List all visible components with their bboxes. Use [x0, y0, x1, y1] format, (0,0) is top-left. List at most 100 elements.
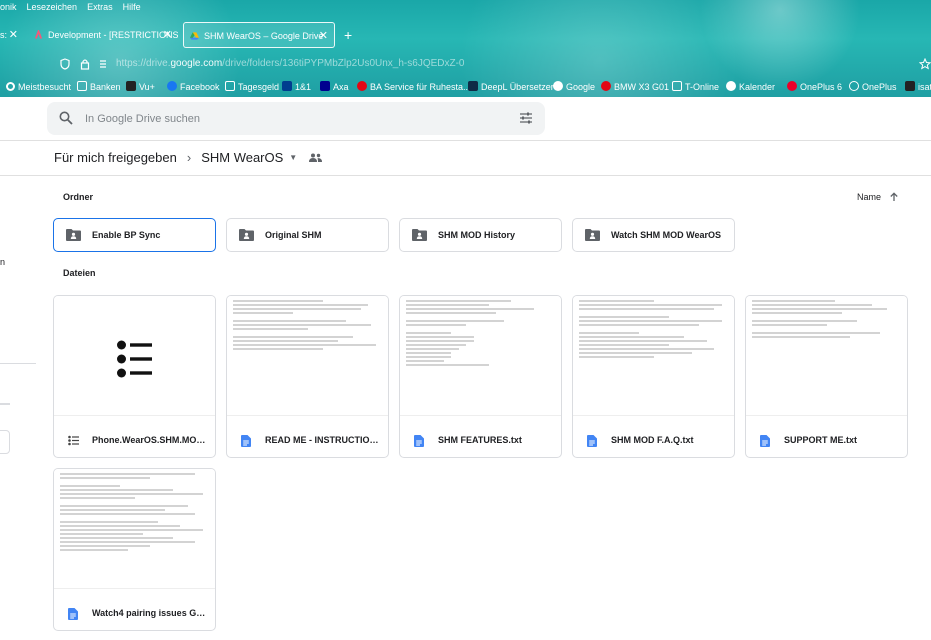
bookmark-banken[interactable]: Banken	[77, 79, 121, 95]
file-shm-mod-faq[interactable]: SHM MOD F.A.Q.txt	[572, 295, 735, 458]
search-options-icon[interactable]	[519, 111, 533, 125]
bookmark-bmw[interactable]: BMW X3 G01	[601, 79, 669, 95]
folder-icon	[77, 81, 87, 91]
close-icon[interactable]: ✕	[319, 23, 328, 47]
bookmark-deepl[interactable]: DeepL Übersetzer	[468, 79, 554, 95]
bookmark-meistbesucht[interactable]: Meistbesucht	[6, 79, 71, 95]
bookmark-t-online[interactable]: T-Online	[672, 79, 719, 95]
text-preview	[233, 300, 383, 352]
tab-label: Development - [RESTRICTIONS	[48, 30, 178, 40]
bookmark-google[interactable]: Google	[553, 79, 595, 95]
bookmark-label: OnePlus	[862, 82, 897, 92]
bookmark-isat[interactable]: isat	[905, 79, 931, 95]
document-icon	[241, 435, 251, 447]
file-support-me[interactable]: SUPPORT ME.txt	[745, 295, 908, 458]
text-preview	[406, 300, 556, 368]
shared-folder-icon	[585, 229, 600, 241]
search-icon[interactable]	[59, 111, 73, 125]
file-thumbnail	[54, 296, 215, 416]
bookmark-label: Kalender	[739, 82, 776, 92]
google-drive-icon	[190, 32, 199, 40]
document-icon	[414, 435, 424, 447]
arrow-up-icon[interactable]	[889, 192, 899, 202]
folder-original-shm[interactable]: Original SHM	[226, 218, 389, 252]
tab-shm-wearos[interactable]: SHM WearOS – Google Drive ✕	[183, 22, 335, 48]
bookmark-facebook[interactable]: Facebook	[167, 79, 220, 95]
bookmark-label: Google	[566, 82, 596, 92]
sort-control[interactable]: Name	[857, 192, 899, 202]
oneplus-icon	[787, 81, 797, 91]
url-text[interactable]: https://drive.google.com/drive/folders/1…	[116, 54, 465, 74]
new-tab-button[interactable]: +	[344, 22, 352, 48]
tab-label: s:	[0, 30, 8, 40]
bookmark-label: OnePlus 6	[800, 82, 843, 92]
drive-content: Ordner Name Enable BP Sync Original SHM …	[47, 177, 931, 640]
file-name: Watch4 pairing issues Gal...	[92, 608, 210, 618]
file-name: SUPPORT ME.txt	[784, 435, 858, 445]
file-name: SHM MOD F.A.Q.txt	[611, 435, 694, 445]
folder-icon	[225, 81, 235, 91]
menu-item-bookmarks[interactable]: Lesezeichen	[27, 0, 78, 14]
breadcrumb: Für mich freigegeben › SHM WearOS ▼	[54, 150, 323, 165]
bookmark-tagesgeld[interactable]: Tagesgeld	[225, 79, 279, 95]
globe-icon	[849, 81, 859, 91]
bookmark-label: Meistbesucht	[18, 82, 72, 92]
bookmark-label: Facebook	[180, 82, 220, 92]
tab-partial[interactable]: s: ✕	[0, 22, 20, 48]
menu-item[interactable]: onik	[0, 0, 17, 14]
sidebar-fragment: n	[0, 257, 6, 267]
folder-enable-bp-sync[interactable]: Enable BP Sync	[53, 218, 216, 252]
star-icon[interactable]	[919, 58, 931, 70]
bookmark-kalender[interactable]: Kalender	[726, 79, 775, 95]
bookmark-1und1[interactable]: 1&1	[282, 79, 311, 95]
bookmark-label: Tagesgeld	[238, 82, 280, 92]
file-thumbnail	[54, 469, 215, 589]
tab-development[interactable]: Development - [RESTRICTIONS ✕	[28, 22, 178, 48]
close-icon[interactable]: ✕	[163, 22, 172, 48]
document-icon	[587, 435, 597, 447]
file-read-me-instructions[interactable]: READ ME - INSTRUCTIONS...	[226, 295, 389, 458]
bookmark-axa[interactable]: Axa	[320, 79, 349, 95]
shared-people-icon	[309, 153, 323, 162]
breadcrumb-parent[interactable]: Für mich freigegeben	[54, 150, 177, 165]
folder-label: Watch SHM MOD WearOS	[611, 230, 722, 240]
breadcrumb-current[interactable]: SHM WearOS	[201, 150, 283, 165]
document-icon	[760, 435, 770, 447]
search-bar[interactable]	[47, 102, 545, 135]
storage-button[interactable]	[0, 430, 10, 454]
ba-icon	[357, 81, 367, 91]
app-icon	[34, 30, 43, 39]
gear-icon	[6, 82, 15, 91]
folder-shm-mod-history[interactable]: SHM MOD History	[399, 218, 562, 252]
folder-label: Enable BP Sync	[92, 230, 161, 240]
bookmark-oneplus6[interactable]: OnePlus 6	[787, 79, 842, 95]
bookmark-label: Vu+	[139, 82, 155, 92]
shield-icon[interactable]	[60, 58, 70, 70]
file-name: Phone.WearOS.SHM.MOD....	[92, 435, 210, 445]
bookmark-oneplus[interactable]: OnePlus	[849, 79, 897, 95]
shared-folder-icon	[412, 229, 427, 241]
close-icon[interactable]: ✕	[9, 22, 18, 48]
bookmarks-bar: Meistbesucht Banken Vu+ Facebook Tagesge…	[0, 79, 931, 95]
chevron-down-icon[interactable]: ▼	[289, 153, 297, 162]
folder-watch-shm-mod-wearos[interactable]: Watch SHM MOD WearOS	[572, 218, 735, 252]
address-bar[interactable]: https://drive.google.com/drive/folders/1…	[0, 54, 931, 74]
bookmark-label: DeepL Übersetzer	[481, 82, 554, 92]
file-shm-features[interactable]: SHM FEATURES.txt	[399, 295, 562, 458]
menu-item-help[interactable]: Hilfe	[123, 0, 141, 14]
search-input[interactable]	[85, 108, 485, 130]
file-watch4-pairing-issues[interactable]: Watch4 pairing issues Gal...	[53, 468, 216, 631]
menu-item-tools[interactable]: Extras	[87, 0, 113, 14]
lock-icon[interactable]	[80, 58, 90, 70]
text-preview	[60, 473, 210, 553]
bookmark-ba-service[interactable]: BA Service für Ruhesta...	[357, 79, 471, 95]
list-file-icon	[68, 435, 79, 446]
document-icon	[68, 608, 78, 620]
folder-icon	[672, 81, 682, 91]
bookmark-vu[interactable]: Vu+	[126, 79, 155, 95]
permissions-icon[interactable]	[98, 58, 108, 70]
file-phone-wearos-shm-mod[interactable]: Phone.WearOS.SHM.MOD....	[53, 295, 216, 458]
google-icon	[726, 81, 736, 91]
sort-label[interactable]: Name	[857, 192, 881, 202]
isat-icon	[905, 81, 915, 91]
